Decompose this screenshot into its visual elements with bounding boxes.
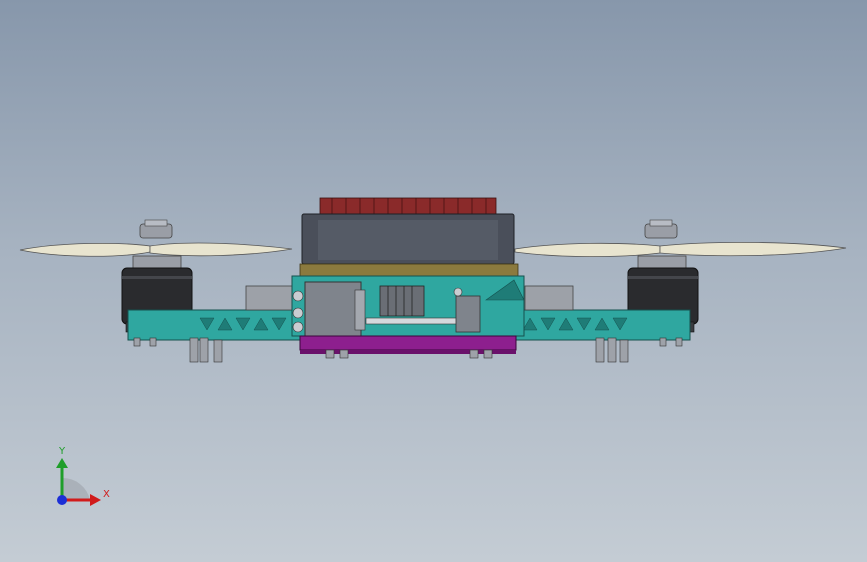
heatsink xyxy=(319,197,497,215)
coordinate-triad: Y X xyxy=(56,446,110,506)
camera-housing xyxy=(304,281,362,337)
right-esc xyxy=(524,285,574,311)
left-propeller xyxy=(19,242,293,257)
y-axis-label: Y xyxy=(58,446,66,457)
bottom-plate xyxy=(299,335,517,351)
center-body xyxy=(291,197,525,354)
camera-screws xyxy=(292,290,304,333)
right-propeller xyxy=(514,241,847,258)
wood-plate xyxy=(299,263,519,277)
cad-viewport[interactable]: Y X xyxy=(0,0,867,562)
inner-heatsink xyxy=(379,285,425,317)
left-esc xyxy=(245,285,295,311)
x-axis-label: X xyxy=(103,489,110,500)
left-arm xyxy=(127,309,309,341)
